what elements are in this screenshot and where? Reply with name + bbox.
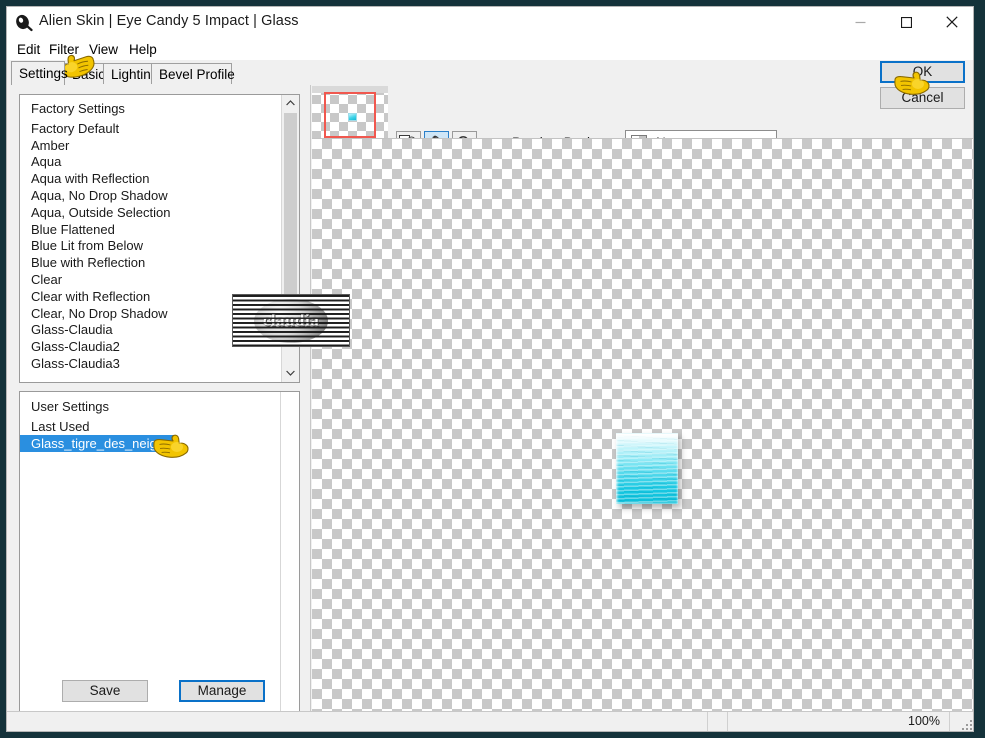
factory-settings-item[interactable]: Amber — [20, 138, 281, 155]
minimize-icon[interactable] — [837, 7, 883, 37]
factory-settings-item[interactable]: Blue with Reflection — [20, 255, 281, 272]
preview-canvas[interactable] — [312, 138, 973, 714]
user-settings-header: User Settings — [31, 399, 110, 414]
scroll-down-icon[interactable] — [282, 365, 299, 382]
manage-button[interactable]: Manage — [179, 680, 265, 702]
status-cell-zoom: 100% — [727, 712, 949, 731]
title-bar: Alien Skin | Eye Candy 5 Impact | Glass — [7, 7, 973, 38]
menu-bar: Edit Filter View Help — [7, 38, 973, 60]
user-settings-item-selected[interactable]: Glass_tigre_des_neiges — [20, 435, 175, 452]
factory-settings-item[interactable]: Aqua with Reflection — [20, 171, 281, 188]
factory-settings-item[interactable]: Glass-Claudia3 — [20, 356, 281, 373]
ok-button[interactable]: OK — [880, 61, 965, 83]
alien-skin-icon — [14, 13, 33, 32]
user-list-divider — [280, 392, 281, 731]
claudia-watermark: claudia — [232, 294, 350, 347]
navigator-viewport-rect[interactable] — [324, 92, 376, 138]
factory-settings-item[interactable]: Blue Lit from Below — [20, 238, 281, 255]
menu-item-edit[interactable]: Edit — [13, 41, 44, 58]
cancel-button[interactable]: Cancel — [880, 87, 965, 109]
tab-settings[interactable]: Settings — [11, 61, 68, 85]
factory-settings-item[interactable]: Blue Flattened — [20, 222, 281, 239]
scroll-up-icon[interactable] — [282, 95, 299, 112]
save-button[interactable]: Save — [62, 680, 148, 702]
factory-settings-item[interactable]: Aqua, No Drop Shadow — [20, 188, 281, 205]
factory-settings-item[interactable]: Factory Settings — [20, 101, 281, 118]
factory-settings-item[interactable]: Factory Default — [20, 121, 281, 138]
status-cell-left — [7, 712, 707, 731]
settings-panel: Factory Settings Factory Default Amber Aqua… — [7, 85, 311, 731]
factory-settings-item[interactable]: Clear — [20, 272, 281, 289]
user-settings-items: User Settings Last Used Glass_tigre_des_ne… — [20, 392, 283, 452]
menu-item-help[interactable]: Help — [125, 41, 161, 58]
watermark-text: claudia — [262, 310, 320, 330]
factory-settings-item[interactable]: Aqua, Outside Selection — [20, 205, 281, 222]
maximize-icon[interactable] — [883, 7, 929, 37]
status-cell-mid — [707, 712, 727, 731]
tab-strip: Settings Basic Lighting Bevel Profile — [7, 60, 973, 86]
preview-panel: Preview Background: None — [311, 85, 973, 714]
glass-effect-preview — [616, 433, 678, 504]
user-settings-row[interactable]: Last Used — [20, 418, 283, 435]
eye-candy-dialog: Alien Skin | Eye Candy 5 Impact | Glass … — [6, 6, 974, 732]
menu-item-filter[interactable]: Filter — [45, 41, 83, 58]
resize-grip-icon[interactable] — [961, 718, 973, 730]
status-bar: 100% — [7, 711, 973, 731]
status-cell-right — [949, 712, 973, 731]
user-settings-row[interactable]: Glass_tigre_des_neiges — [20, 435, 283, 452]
close-icon[interactable] — [929, 7, 973, 37]
zoom-level-text: 100% — [908, 714, 940, 728]
factory-settings-item[interactable]: Aqua — [20, 154, 281, 171]
window-title: Alien Skin | Eye Candy 5 Impact | Glass — [39, 13, 299, 29]
user-settings-item[interactable]: Last Used — [20, 418, 90, 435]
menu-item-view[interactable]: View — [85, 41, 122, 58]
tab-bevel-profile[interactable]: Bevel Profile — [151, 63, 235, 84]
